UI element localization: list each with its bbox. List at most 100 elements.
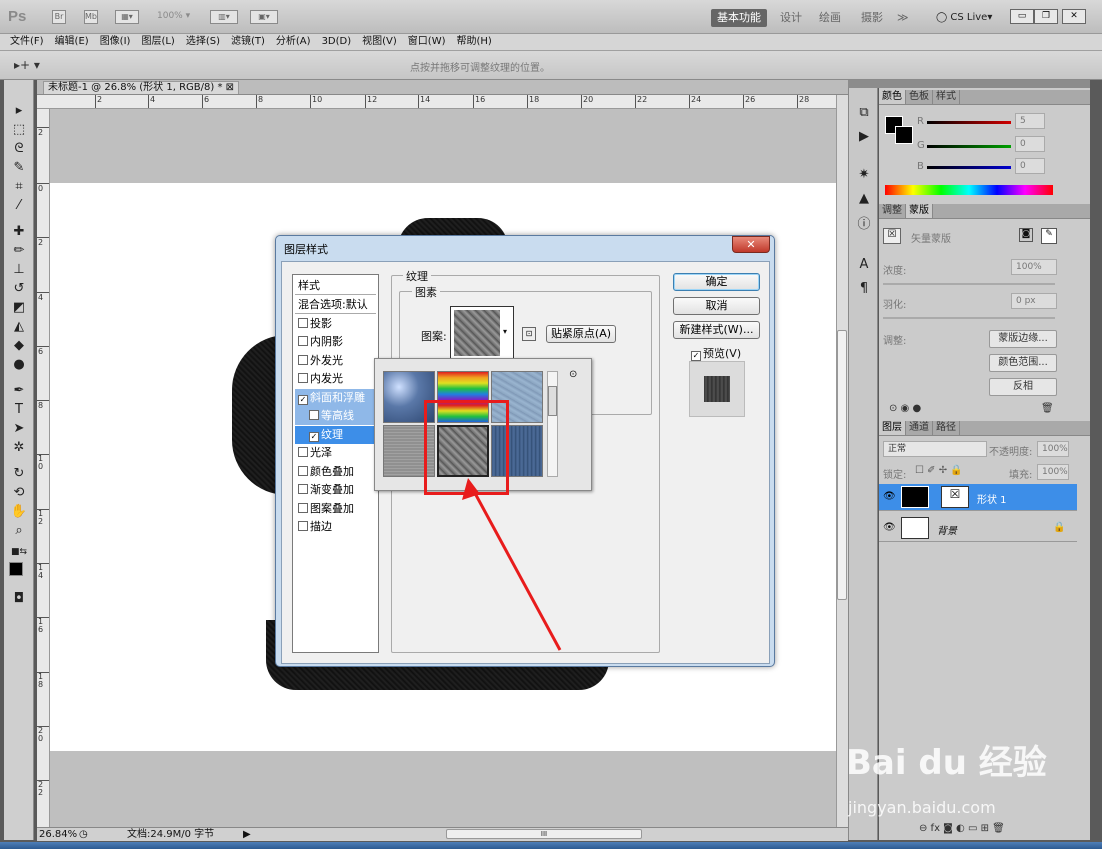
menu-window[interactable]: 窗口(W) <box>408 34 446 50</box>
style-item-gradient-overlay[interactable]: 渐变叠加 <box>295 481 376 499</box>
density-slider[interactable] <box>883 283 1055 285</box>
quick-select-tool-icon[interactable]: ✎ <box>8 159 30 176</box>
tab-color[interactable]: 颜色 <box>879 90 906 104</box>
mask-edge-button[interactable]: 蒙版边缘... <box>989 330 1057 348</box>
tab-swatches[interactable]: 色板 <box>906 90 933 104</box>
close-window-button[interactable]: ✕ <box>1062 9 1086 24</box>
style-item-inner-glow[interactable]: 内发光 <box>295 370 376 388</box>
workspace-more-button[interactable]: ≫ <box>891 9 915 27</box>
move-tool-icon[interactable]: ▸ <box>8 102 30 119</box>
preview-checkbox[interactable]: ✓ 预览(V) <box>691 345 741 361</box>
channel-b-slider[interactable] <box>927 166 1011 169</box>
delete-mask-icon[interactable]: 🗑 <box>1041 403 1054 414</box>
checkbox-checked[interactable]: ✓ <box>309 432 319 442</box>
crop-tool-icon[interactable]: ⌗ <box>8 178 30 195</box>
layer-row-background[interactable]: 👁 背景 🔒 <box>879 515 1077 542</box>
eraser-tool-icon[interactable]: ◩ <box>8 299 30 316</box>
quick-mask-icon[interactable]: ◘ <box>8 590 30 607</box>
tab-masks[interactable]: 蒙版 <box>906 204 933 218</box>
3d-panel-icon[interactable]: ✷ <box>855 166 873 184</box>
dodge-tool-icon[interactable]: ● <box>8 356 30 373</box>
menu-edit[interactable]: 编辑(E) <box>55 34 89 50</box>
menu-3d[interactable]: 3D(D) <box>322 34 352 50</box>
tab-paths[interactable]: 路径 <box>933 421 960 435</box>
paragraph-panel-icon[interactable]: ¶ <box>855 280 873 298</box>
style-item-bevel-emboss[interactable]: ✓ 斜面和浮雕 <box>295 389 376 407</box>
style-item-drop-shadow[interactable]: 投影 <box>295 315 376 333</box>
menu-layer[interactable]: 图层(L) <box>141 34 174 50</box>
menu-view[interactable]: 视图(V) <box>362 34 397 50</box>
style-item-texture[interactable]: ✓ 纹理 <box>295 426 376 444</box>
checkbox-checked[interactable]: ✓ <box>298 395 308 405</box>
ok-button[interactable]: 确定 <box>673 273 760 291</box>
checkbox[interactable] <box>298 484 308 494</box>
workspace-essentials-button[interactable]: 基本功能 <box>711 9 767 27</box>
view-extras-icon[interactable]: ▦▾ <box>115 10 139 24</box>
style-item-contour[interactable]: 等高线 <box>295 407 376 425</box>
pen-tool-icon[interactable]: ✒ <box>8 382 30 399</box>
zoom-tool-icon[interactable]: ⌕ <box>8 522 30 539</box>
feather-slider[interactable] <box>883 317 1055 319</box>
zoom-level-select[interactable]: 100% ▾ <box>157 11 190 21</box>
3d-rotate-tool-icon[interactable]: ↻ <box>8 465 30 482</box>
clone-stamp-tool-icon[interactable]: ⊥ <box>8 261 30 278</box>
fill-value[interactable]: 100% <box>1037 464 1069 480</box>
bridge-icon[interactable]: Br <box>52 10 66 24</box>
style-item-stroke[interactable]: 描边 <box>295 518 376 536</box>
workspace-painting-button[interactable]: 绘画 <box>813 9 847 27</box>
healing-brush-tool-icon[interactable]: ✚ <box>8 223 30 240</box>
checkbox[interactable] <box>309 410 319 420</box>
pattern-picker-button[interactable]: ▾ <box>450 306 514 360</box>
channel-g-value[interactable]: 0 <box>1015 136 1045 152</box>
checkbox[interactable] <box>298 503 308 513</box>
type-tool-icon[interactable]: T <box>8 401 30 418</box>
menu-image[interactable]: 图像(I) <box>100 34 131 50</box>
feather-value[interactable]: 0 px <box>1011 293 1057 309</box>
lock-icons[interactable]: ☐ ✐ ✢ 🔒 <box>915 465 963 476</box>
menu-help[interactable]: 帮助(H) <box>457 34 492 50</box>
checkbox[interactable] <box>298 336 308 346</box>
foreground-color-swatch[interactable] <box>9 562 23 576</box>
workspace-photography-button[interactable]: 摄影 <box>855 9 889 27</box>
layer-name[interactable]: 形状 1 <box>977 491 1007 506</box>
density-value[interactable]: 100% <box>1011 259 1057 275</box>
checkbox[interactable] <box>298 521 308 531</box>
vertical-scroll-thumb[interactable] <box>837 330 847 600</box>
bg-color-swatch[interactable] <box>895 126 913 144</box>
lasso-tool-icon[interactable]: ᘓ <box>8 140 30 157</box>
mini-bridge-icon[interactable]: Mb <box>84 10 98 24</box>
blur-tool-icon[interactable]: ◆ <box>8 337 30 354</box>
3d-orbit-tool-icon[interactable]: ⟲ <box>8 484 30 501</box>
tab-channels[interactable]: 通道 <box>906 421 933 435</box>
blend-options-item[interactable]: 混合选项:默认 <box>295 296 376 314</box>
style-item-satin[interactable]: 光泽 <box>295 444 376 462</box>
path-selection-tool-icon[interactable]: ➤ <box>8 420 30 437</box>
color-range-button[interactable]: 颜色范围... <box>989 354 1057 372</box>
shape-tool-icon[interactable]: ✲ <box>8 439 30 456</box>
channel-g-slider[interactable] <box>927 145 1011 148</box>
layers-footer-icons[interactable]: ⊖ fx ◙ ◐ ▭ ⊞ 🗑 <box>919 823 1005 834</box>
screen-mode-icon[interactable]: ▣▾ <box>250 10 278 24</box>
snap-to-origin-button[interactable]: 贴紧原点(A) <box>546 325 616 343</box>
cancel-button[interactable]: 取消 <box>673 297 760 315</box>
new-preset-icon[interactable]: ⊡ <box>522 327 536 341</box>
minimize-button[interactable]: ▭ <box>1010 9 1034 24</box>
brush-tool-icon[interactable]: ✏ <box>8 242 30 259</box>
menu-select[interactable]: 选择(S) <box>186 34 220 50</box>
tool-preset-picker[interactable]: ▸+ ▾ <box>14 58 40 72</box>
menu-analysis[interactable]: 分析(A) <box>276 34 311 50</box>
swap-colors-icon[interactable]: ■⇆ <box>8 544 30 561</box>
color-spectrum-ramp[interactable] <box>885 185 1053 195</box>
styles-header[interactable]: 样式 <box>295 277 376 295</box>
character-panel-icon[interactable]: A <box>855 256 873 274</box>
channel-r-slider[interactable] <box>927 121 1011 124</box>
menu-filter[interactable]: 滤镜(T) <box>231 34 265 50</box>
close-tab-icon[interactable]: ⊠ <box>226 82 234 93</box>
visibility-eye-icon[interactable]: 👁 <box>883 522 896 533</box>
channel-r-value[interactable]: 5 <box>1015 113 1045 129</box>
visibility-eye-icon[interactable]: 👁 <box>883 491 896 502</box>
layer-row-shape[interactable]: 👁 ☒ 形状 1 <box>879 484 1077 511</box>
add-vector-mask-icon[interactable]: ✎ <box>1041 228 1057 244</box>
checkbox[interactable] <box>298 373 308 383</box>
picker-menu-icon[interactable]: ⊙ <box>569 369 577 380</box>
